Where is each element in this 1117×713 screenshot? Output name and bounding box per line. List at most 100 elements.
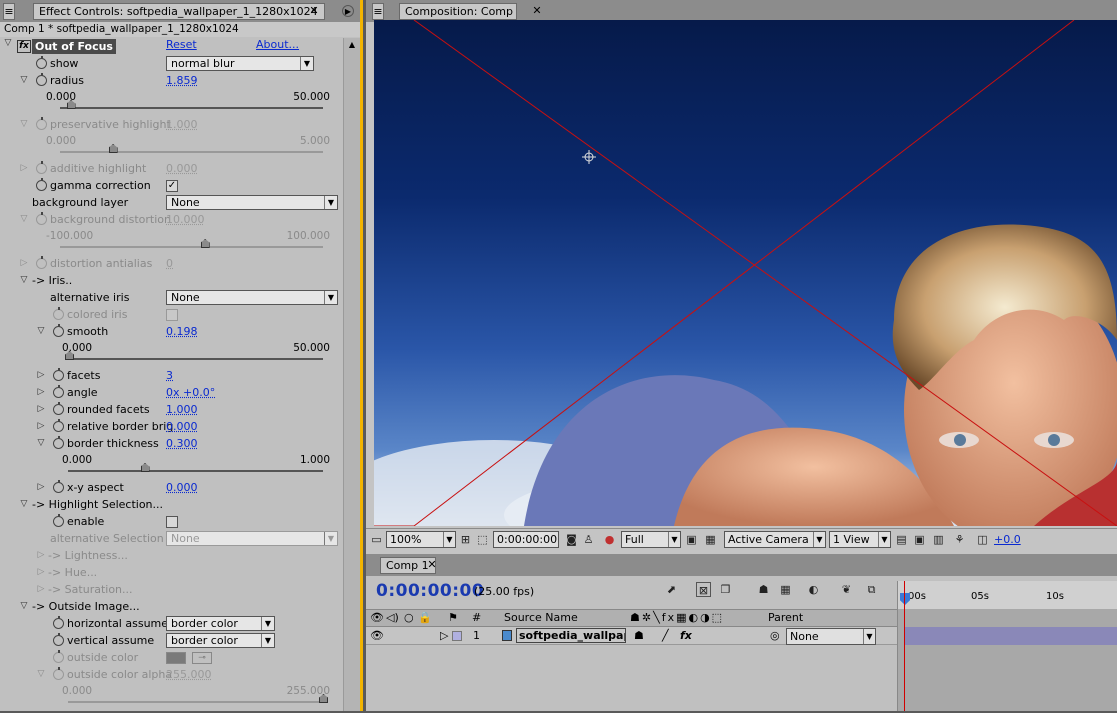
- flowchart-icon[interactable]: ⚘: [952, 532, 967, 547]
- label-icon[interactable]: ⚑: [448, 610, 458, 626]
- horizontal-assume-dropdown[interactable]: border color ▼: [166, 616, 275, 631]
- stopwatch-icon[interactable]: [53, 419, 64, 432]
- transparency-grid-icon[interactable]: ▦: [703, 532, 718, 547]
- safe-zones-icon[interactable]: ⊞: [458, 532, 473, 547]
- effect-controls-scrollbar[interactable]: ▲: [343, 38, 360, 711]
- switches-header-icons[interactable]: ☗✲╲fx▦◐◑⬚: [630, 610, 724, 626]
- stopwatch-icon[interactable]: [53, 436, 64, 449]
- show-snapshot-icon[interactable]: ♙: [581, 532, 596, 547]
- twirl-down-icon[interactable]: ▽: [19, 272, 29, 289]
- show-dropdown[interactable]: normal blur ▼: [166, 56, 314, 71]
- stopwatch-icon[interactable]: [53, 633, 64, 646]
- group-hue[interactable]: ▷ -> Hue...: [0, 564, 342, 581]
- shy-switch-icon[interactable]: ☗: [634, 627, 644, 644]
- reset-exposure-icon[interactable]: ◫: [975, 532, 990, 547]
- twirl-down-icon[interactable]: ▽: [19, 72, 29, 89]
- region-of-interest-icon[interactable]: ▣: [684, 532, 699, 547]
- hide-shy-layers-icon[interactable]: ☗: [756, 582, 771, 597]
- timeline-icon[interactable]: ▥: [931, 532, 946, 547]
- twirl-right-icon[interactable]: ▷: [36, 547, 46, 564]
- panel-menu-icon[interactable]: ≡: [372, 3, 384, 20]
- distortion-antialias-value[interactable]: 0: [166, 255, 173, 272]
- colored-iris-checkbox[interactable]: [166, 309, 178, 321]
- fast-preview-icon[interactable]: ▣: [912, 532, 927, 547]
- slider-track[interactable]: [60, 151, 323, 153]
- group-highlight-selection[interactable]: ▽ -> Highlight Selection...: [0, 496, 342, 513]
- stopwatch-icon[interactable]: [53, 667, 64, 680]
- slider-thumb[interactable]: [108, 144, 118, 153]
- reset-link[interactable]: Reset: [166, 38, 197, 51]
- effect-header-out-of-focus[interactable]: ▽ fx Out of Focus Reset About...: [0, 38, 342, 55]
- group-saturation[interactable]: ▷ -> Saturation...: [0, 581, 342, 598]
- snapshot-icon[interactable]: ◙: [564, 532, 579, 547]
- stopwatch-icon[interactable]: [53, 616, 64, 629]
- twirl-right-icon[interactable]: ▷: [19, 255, 29, 272]
- visibility-eye-icon[interactable]: 👁: [370, 627, 384, 644]
- slider-thumb[interactable]: [140, 463, 150, 472]
- gamma-correction-checkbox[interactable]: ✓: [166, 180, 178, 192]
- stopwatch-icon[interactable]: [53, 480, 64, 493]
- group-outside-image[interactable]: ▽ -> Outside Image...: [0, 598, 342, 615]
- tab-effect-controls[interactable]: Effect Controls: softpedia_wallpaper_1_1…: [33, 3, 325, 20]
- twirl-down-icon[interactable]: ▽: [36, 323, 46, 340]
- timecode-display[interactable]: 0:00:00:00: [493, 531, 559, 548]
- camera-dropdown[interactable]: Active Camera ▼: [724, 531, 826, 548]
- panel-menu-icon[interactable]: ≡: [3, 3, 15, 20]
- exposure-value[interactable]: +0.0: [994, 533, 1021, 546]
- close-icon[interactable]: ✕: [308, 5, 320, 17]
- twirl-right-icon[interactable]: ▷: [36, 418, 46, 435]
- tab-composition[interactable]: Composition: Comp 1: [399, 3, 517, 20]
- stopwatch-icon[interactable]: [53, 514, 64, 527]
- radius-value[interactable]: 1.859: [166, 72, 198, 89]
- slider-thumb[interactable]: [200, 239, 210, 248]
- draft-3d-icon[interactable]: ❐: [718, 582, 733, 597]
- angle-value[interactable]: 0x +0.0°: [166, 384, 215, 401]
- twirl-right-icon[interactable]: ▷: [36, 401, 46, 418]
- twirl-down-icon[interactable]: ▽: [19, 211, 29, 228]
- twirl-right-icon[interactable]: ▷: [36, 384, 46, 401]
- xy-aspect-value[interactable]: 0.000: [166, 479, 198, 496]
- zoom-dropdown[interactable]: 100% ▼: [386, 531, 456, 548]
- panel-options-icon[interactable]: ▶: [342, 5, 354, 17]
- twirl-down-icon[interactable]: ▽: [36, 666, 46, 683]
- twirl-down-icon[interactable]: ▽: [19, 496, 29, 513]
- layer-name[interactable]: softpedia_wallpap: [516, 628, 626, 643]
- source-name-header[interactable]: Source Name: [504, 610, 578, 626]
- close-icon[interactable]: ✕: [426, 559, 438, 571]
- stopwatch-icon[interactable]: [53, 650, 64, 663]
- twirl-right-icon[interactable]: ▷: [36, 581, 46, 598]
- solo-icon[interactable]: ○: [404, 610, 414, 626]
- comp-mini-flowchart-icon[interactable]: ⬈: [664, 582, 679, 597]
- layer-track-area[interactable]: [897, 609, 1117, 711]
- smooth-value[interactable]: 0.198: [166, 323, 198, 340]
- alternative-selection-dropdown[interactable]: None ▼: [166, 531, 338, 546]
- slider-track[interactable]: [60, 107, 323, 109]
- mask-visibility-icon[interactable]: ⬚: [475, 532, 490, 547]
- live-update-icon[interactable]: ⊠: [696, 582, 711, 597]
- eyedropper-icon[interactable]: ⊸: [192, 652, 212, 664]
- twirl-down-icon[interactable]: ▽: [19, 116, 29, 133]
- twirl-right-icon[interactable]: ▷: [440, 627, 448, 644]
- twirl-down-icon[interactable]: ▽: [3, 38, 13, 55]
- twirl-down-icon[interactable]: ▽: [19, 598, 29, 615]
- about-link[interactable]: About...: [256, 38, 299, 51]
- stopwatch-icon[interactable]: [53, 385, 64, 398]
- slider-track[interactable]: [68, 701, 323, 703]
- group-iris[interactable]: ▽ -> Iris..: [0, 272, 342, 289]
- stopwatch-icon[interactable]: [36, 212, 47, 225]
- current-time-display[interactable]: 0:00:00:00: [376, 581, 484, 601]
- outside-color-swatch[interactable]: [166, 652, 186, 664]
- background-layer-dropdown[interactable]: None ▼: [166, 195, 338, 210]
- stopwatch-icon[interactable]: [53, 368, 64, 381]
- background-distortion-value[interactable]: 10.000: [166, 211, 205, 228]
- additive-highlight-value[interactable]: 0.000: [166, 160, 198, 177]
- facets-value[interactable]: 3: [166, 367, 173, 384]
- outside-color-alpha-value[interactable]: 255.000: [166, 666, 212, 683]
- layer-duration-bar[interactable]: [904, 627, 1117, 645]
- slider-track[interactable]: [60, 246, 323, 248]
- twirl-right-icon[interactable]: ▷: [36, 564, 46, 581]
- motion-blur-icon[interactable]: ◐: [806, 582, 821, 597]
- twirl-right-icon[interactable]: ▷: [19, 160, 29, 177]
- stopwatch-icon[interactable]: [36, 56, 47, 69]
- fx-icon[interactable]: fx: [17, 40, 31, 53]
